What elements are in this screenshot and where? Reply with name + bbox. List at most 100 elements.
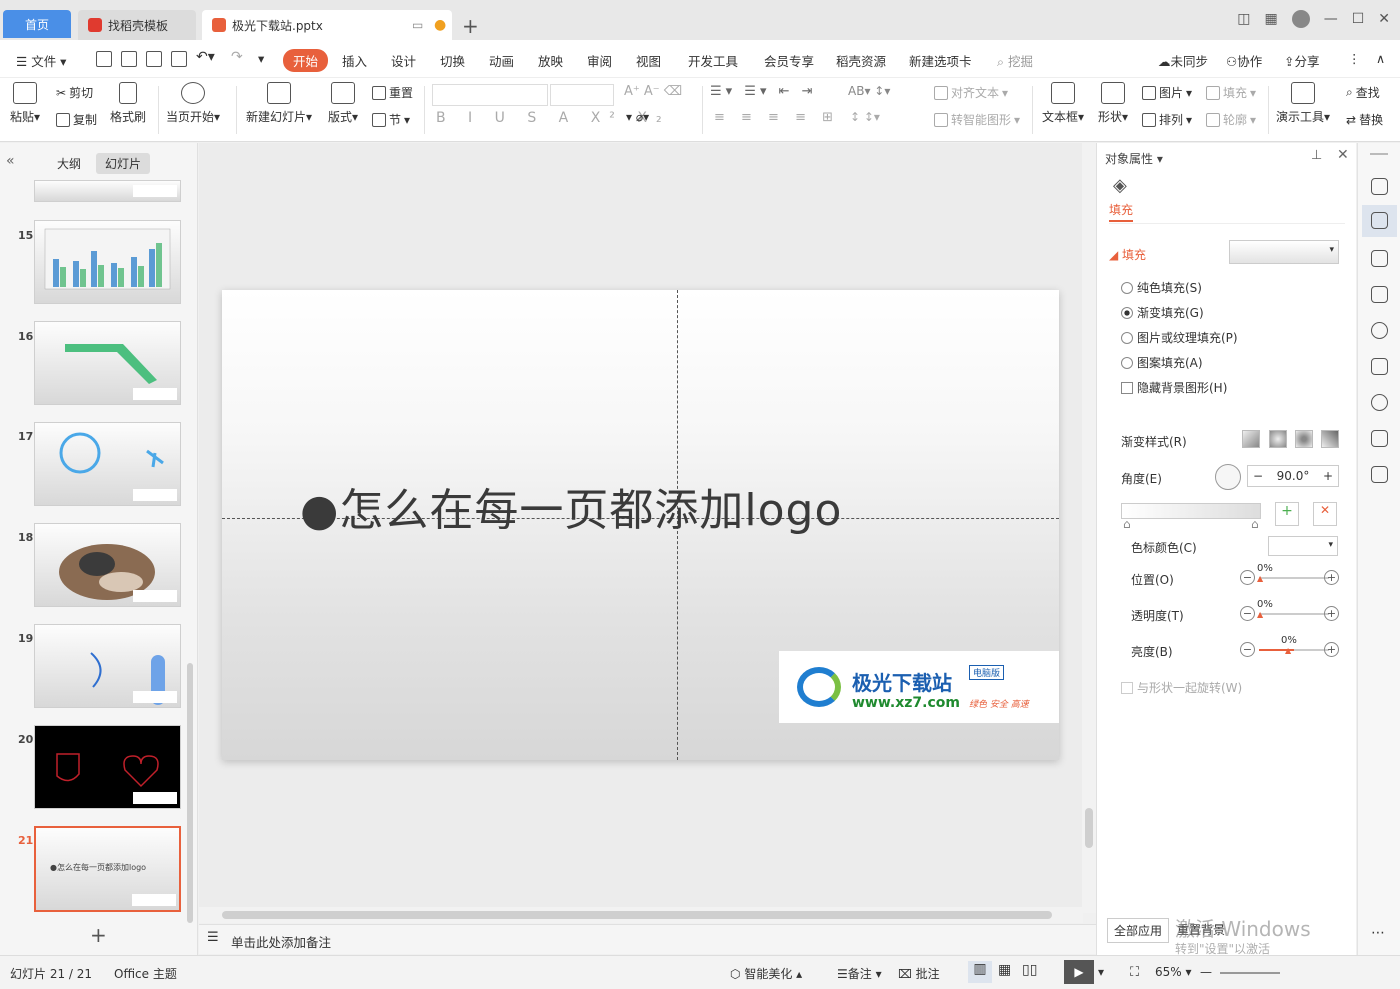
picture-fill-option[interactable]: 图片或纹理填充(P) (1121, 329, 1238, 346)
export-icon[interactable] (121, 51, 137, 67)
monitor-icon[interactable]: ▭ (412, 18, 423, 32)
menu-slideshow[interactable]: 放映 (538, 51, 563, 70)
paste-button[interactable]: 粘贴▾ (10, 82, 40, 125)
help-icon[interactable] (1371, 322, 1388, 339)
slider-thumb-icon[interactable]: ▲ (1257, 610, 1263, 619)
rotate-with-shape-checkbox[interactable]: 与形状一起旋转(W) (1121, 679, 1242, 696)
slide-thumbnail-21[interactable]: ●怎么在每一页都添加logo (34, 826, 181, 912)
panel-title[interactable]: 对象属性 ▾ (1105, 150, 1163, 167)
properties-sidebar-button[interactable] (1362, 205, 1397, 237)
slide-thumbnail-18[interactable] (34, 523, 181, 607)
tab-slides[interactable]: 幻灯片 (96, 153, 151, 174)
tab-outline[interactable]: 大纲 (48, 153, 90, 174)
increment-icon[interactable]: + (1324, 642, 1339, 657)
zoom-select[interactable]: 65% ▾ (1155, 965, 1192, 979)
book-icon[interactable] (1371, 430, 1388, 447)
hide-background-checkbox[interactable]: 隐藏背景图形(H) (1121, 379, 1227, 396)
from-current-button[interactable]: 当页开始▾ (166, 82, 220, 125)
pattern-fill-option[interactable]: 图案填充(A) (1121, 354, 1203, 371)
tab-home[interactable]: 首页 (3, 10, 71, 38)
menu-developer[interactable]: 开发工具 (688, 51, 738, 70)
collapse-ribbon-icon[interactable]: ∧ (1376, 51, 1385, 66)
horizontal-scroll-thumb[interactable] (222, 911, 1052, 919)
new-slide-button[interactable]: 新建幻灯片▾ (246, 82, 312, 125)
solid-fill-option[interactable]: 纯色填充(S) (1121, 279, 1202, 296)
rocket-icon[interactable] (1371, 178, 1388, 195)
increment-icon[interactable]: + (1324, 570, 1339, 585)
align-buttons[interactable]: ≡ ≡ ≡ ≡ ⊞ (714, 110, 839, 125)
decrement-icon[interactable]: − (1240, 606, 1255, 621)
print-icon[interactable] (146, 51, 162, 67)
menu-review[interactable]: 审阅 (587, 51, 612, 70)
save-icon[interactable] (96, 51, 112, 67)
align-text-button[interactable]: 对齐文本 ▾ (934, 84, 1008, 101)
menu-start[interactable]: 开始 (283, 49, 329, 72)
menu-design[interactable]: 设计 (391, 51, 416, 70)
gradient-preset-select[interactable]: ▾ (1229, 240, 1339, 264)
slide-thumbnail-17[interactable] (34, 422, 181, 506)
share-button[interactable]: ⇪分享 (1284, 51, 1320, 70)
tab-template[interactable]: 找稻壳模板 (78, 10, 196, 40)
add-stop-button[interactable]: + (1275, 502, 1299, 526)
canvas-vertical-scrollbar[interactable] (1082, 143, 1096, 913)
menu-docer[interactable]: 稻壳资源 (836, 51, 886, 70)
collab-button[interactable]: ⚇协作 (1226, 51, 1262, 70)
outline-button[interactable]: 轮廓 ▾ (1206, 111, 1256, 128)
layout-icon[interactable]: ◫ (1237, 11, 1250, 27)
menu-transition[interactable]: 切换 (440, 51, 465, 70)
stop-right-icon[interactable]: ⌂ (1251, 517, 1259, 531)
add-slide-button[interactable]: + (90, 923, 107, 947)
remove-stop-button[interactable]: ✕ (1313, 502, 1337, 526)
search-box[interactable]: ⌕ 挖掘 (997, 51, 1033, 70)
slide-thumbnail-15[interactable] (34, 220, 181, 304)
customize-icon[interactable]: ▾ (258, 51, 264, 66)
menu-new-tab[interactable]: 新建选项卡 (909, 51, 972, 70)
line-spacing-button[interactable]: ↕ ↕▾ (850, 110, 880, 124)
animation-icon[interactable] (1371, 394, 1388, 411)
menu-member[interactable]: 会员专享 (764, 51, 814, 70)
angle-stepper[interactable]: − 90.0° + (1247, 465, 1339, 487)
format-painter-button[interactable]: 格式刷 (110, 82, 146, 125)
comments-button[interactable]: ⌧ 批注 (898, 965, 940, 982)
play-slideshow-button[interactable]: ▶ (1064, 960, 1094, 984)
stop-left-icon[interactable]: ⌂ (1123, 517, 1131, 531)
slider-thumb-icon[interactable]: ▲ (1285, 646, 1291, 655)
decrement-icon[interactable]: − (1240, 570, 1255, 585)
notes-button[interactable]: ☰备注 ▾ (837, 965, 882, 982)
cube-icon[interactable] (1371, 466, 1388, 483)
star-icon[interactable] (1371, 250, 1388, 267)
menu-view[interactable]: 视图 (636, 51, 661, 70)
text-direction-button[interactable]: AB▾ ↕▾ (848, 84, 890, 98)
slide-thumbnail-16[interactable] (34, 321, 181, 405)
stop-color-select[interactable]: ▾ (1268, 536, 1338, 556)
menu-insert[interactable]: 插入 (342, 51, 367, 70)
reading-view-icon[interactable]: ▯▯ (1022, 962, 1037, 978)
minimize-icon[interactable]: — (1324, 11, 1338, 27)
font-size-select[interactable] (550, 84, 614, 106)
gradient-rect-swatch[interactable] (1295, 430, 1313, 448)
slide-thumbnail-19[interactable] (34, 624, 181, 708)
avatar[interactable] (1291, 10, 1310, 28)
notes-area[interactable]: ☰ 单击此处添加备注 (199, 924, 1096, 954)
arrange-button[interactable]: 排列 ▾ (1142, 111, 1192, 128)
smart-shape-button[interactable]: 转智能图形 ▾ (934, 111, 1020, 128)
normal-view-icon[interactable]: ▥ (968, 961, 992, 983)
layers-icon[interactable] (1371, 286, 1388, 303)
undo-icon[interactable]: ↶▾ (196, 49, 215, 65)
replace-button[interactable]: ⇄ 替换 (1346, 111, 1383, 128)
collapse-panel-icon[interactable]: « (6, 153, 15, 169)
font-size-buttons[interactable]: A⁺ A⁻ ⌫ (624, 84, 682, 99)
close-icon[interactable]: ✕ (1378, 11, 1390, 27)
tab-document[interactable]: 极光下载站.pptx ▭ ● (202, 10, 452, 40)
present-tools-button[interactable]: 演示工具▾ (1276, 82, 1330, 125)
slide-thumbnail-20[interactable] (34, 725, 181, 809)
phonetic-button[interactable]: ▾ ⌀▾ (626, 110, 649, 124)
fill-section-header[interactable]: ◢ 填充 (1109, 246, 1146, 263)
copy-button[interactable]: 复制 (56, 111, 97, 128)
slideshow-options-icon[interactable]: ▾ (1098, 965, 1104, 979)
zoom-out-icon[interactable]: — (1200, 965, 1212, 979)
file-menu[interactable]: ☰ 文件 ▾ (16, 51, 66, 70)
cut-button[interactable]: ✂ 剪切 (56, 84, 93, 101)
scroll-thumb[interactable] (1085, 808, 1093, 848)
gradient-bar[interactable] (1121, 503, 1261, 519)
